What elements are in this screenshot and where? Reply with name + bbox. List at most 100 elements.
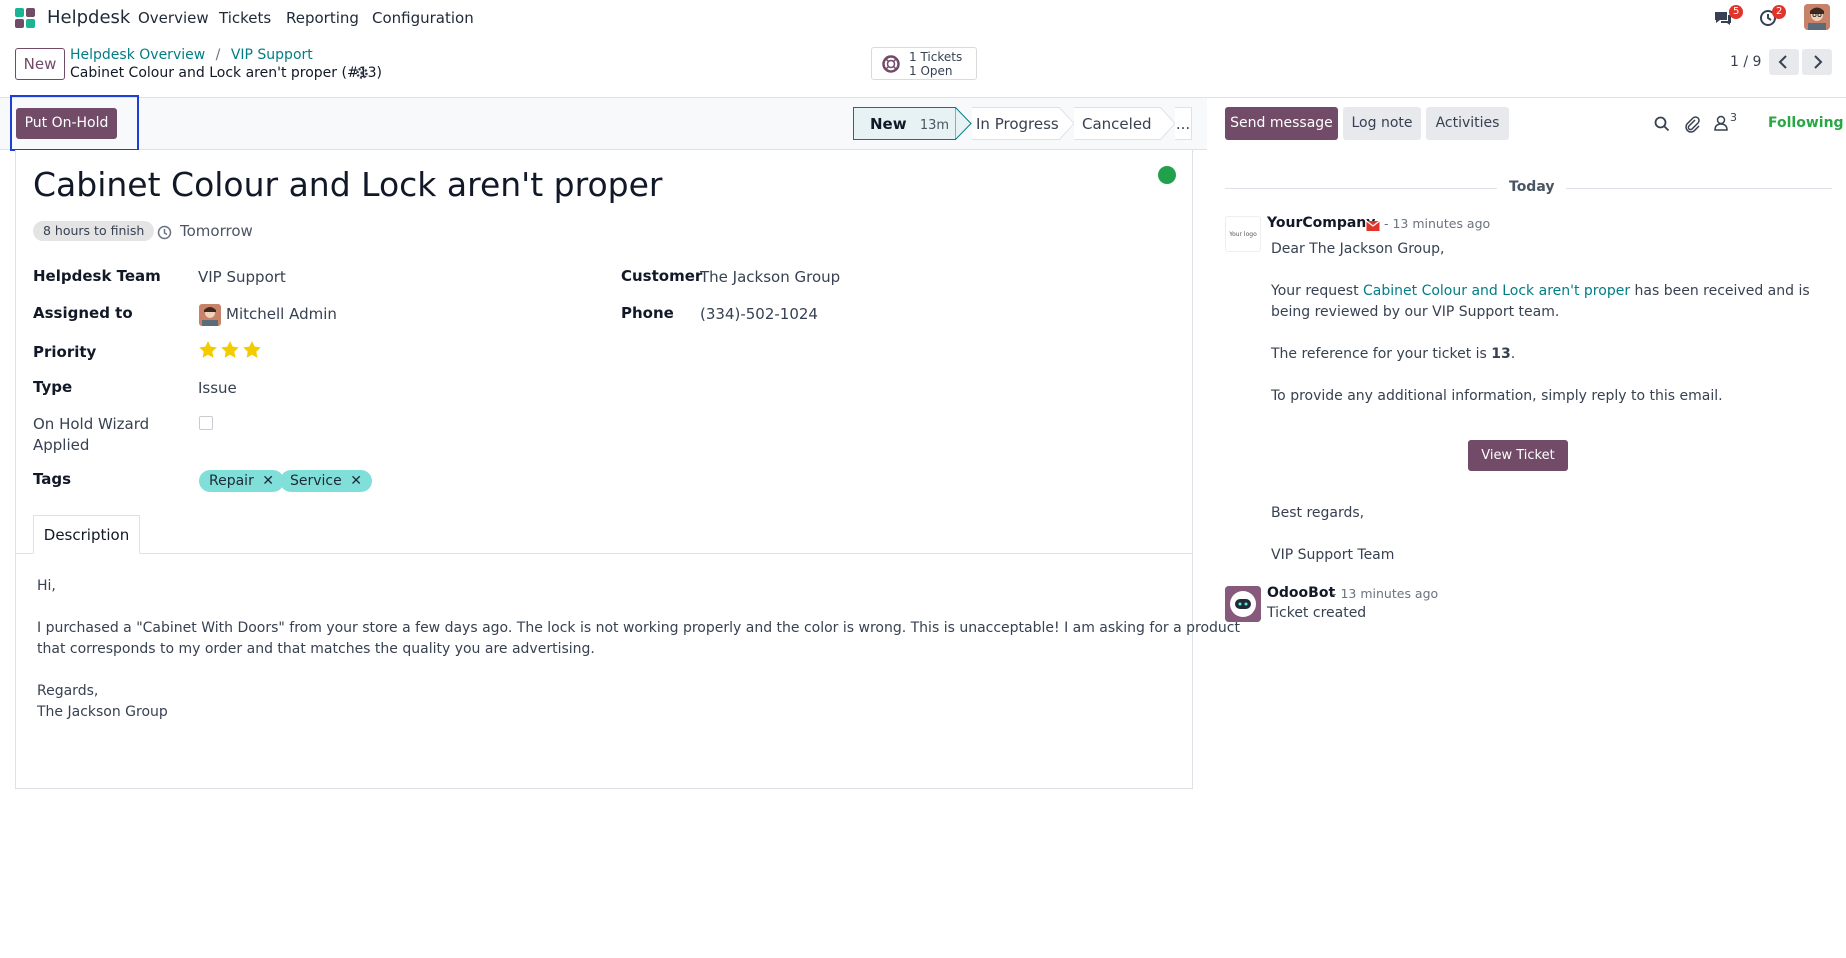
breadcrumb-vip-support[interactable]: VIP Support bbox=[231, 47, 313, 63]
tag-repair[interactable]: Repair ✕ bbox=[199, 470, 285, 492]
close-icon[interactable]: ✕ bbox=[350, 473, 362, 489]
smart-open-count: 1 Open bbox=[909, 64, 953, 78]
chevron-right-icon bbox=[1814, 55, 1823, 69]
helpdesk-app-icon[interactable] bbox=[14, 7, 36, 29]
priority-stars bbox=[198, 340, 268, 360]
pager-previous-button[interactable] bbox=[1769, 49, 1799, 75]
description-line2: that corresponds to my order and that ma… bbox=[37, 641, 595, 657]
star-icon[interactable] bbox=[198, 340, 218, 364]
activities-button[interactable]: Activities bbox=[1426, 107, 1509, 140]
date-separator: Today bbox=[1497, 179, 1567, 195]
star-icon[interactable] bbox=[220, 340, 240, 364]
stage-new-duration: 13m bbox=[919, 118, 950, 133]
highlight-box bbox=[10, 95, 139, 151]
ticket-link[interactable]: Cabinet Colour and Lock aren't proper bbox=[1363, 283, 1630, 299]
stage-more[interactable]: ... bbox=[1175, 107, 1192, 140]
log-note-button[interactable]: Log note bbox=[1343, 107, 1421, 140]
message-paragraph-1: Your request Cabinet Colour and Lock are… bbox=[1271, 283, 1810, 299]
type-field[interactable]: Issue bbox=[198, 379, 237, 397]
tag-service-label: Service bbox=[290, 473, 342, 489]
stage-new[interactable]: New 13m bbox=[853, 107, 956, 140]
stage-new-label: New bbox=[870, 115, 907, 133]
onhold-label: On Hold Wizard Applied bbox=[33, 414, 149, 456]
breadcrumb-helpdesk-overview[interactable]: Helpdesk Overview bbox=[70, 47, 205, 63]
stage-canceled[interactable]: Canceled bbox=[1074, 107, 1161, 140]
message-body: Ticket created bbox=[1267, 605, 1367, 621]
assigned-field[interactable]: Mitchell Admin bbox=[226, 305, 337, 323]
kanban-state-dot[interactable] bbox=[1158, 166, 1176, 184]
new-button[interactable]: New bbox=[15, 48, 65, 80]
clock-icon bbox=[157, 225, 172, 240]
following-button[interactable]: Following bbox=[1768, 115, 1844, 131]
app-name[interactable]: Helpdesk bbox=[47, 7, 130, 28]
onhold-label-line2: Applied bbox=[33, 436, 90, 454]
message-author[interactable]: YourCompany bbox=[1267, 215, 1375, 231]
ticket-reference: 13 bbox=[1491, 346, 1511, 362]
customer-label: Customer bbox=[621, 267, 703, 285]
odoobot-avatar bbox=[1225, 586, 1261, 622]
breadcrumb-separator: / bbox=[215, 47, 221, 63]
customer-field[interactable]: The Jackson Group bbox=[700, 268, 840, 286]
top-navbar: Helpdesk Overview Tickets Reporting Conf… bbox=[0, 0, 1846, 36]
tag-service[interactable]: Service ✕ bbox=[280, 470, 372, 492]
description-signature: The Jackson Group bbox=[37, 704, 168, 720]
onhold-checkbox[interactable] bbox=[199, 416, 213, 430]
message-team: VIP Support Team bbox=[1271, 547, 1395, 563]
paperclip-icon[interactable] bbox=[1684, 115, 1700, 133]
assigned-label: Assigned to bbox=[33, 304, 133, 322]
pager-value[interactable]: 1 / 9 bbox=[1730, 54, 1761, 70]
close-icon[interactable]: ✕ bbox=[262, 473, 274, 489]
form-sheet: Cabinet Colour and Lock aren't proper 8 … bbox=[15, 150, 1240, 789]
tab-description[interactable]: Description bbox=[33, 515, 140, 554]
onhold-label-line1: On Hold Wizard bbox=[33, 415, 150, 433]
message-regards: Best regards, bbox=[1271, 505, 1365, 521]
user-avatar[interactable] bbox=[1804, 4, 1830, 30]
assignee-avatar bbox=[199, 304, 221, 326]
stage-in-progress-label: In Progress bbox=[976, 115, 1059, 133]
sla-badge: 8 hours to finish bbox=[33, 221, 155, 241]
priority-label: Priority bbox=[33, 343, 97, 361]
message-p1-after: has been received and is bbox=[1630, 283, 1810, 299]
form-statusbar: Put On-Hold New 13m In Progress Canceled… bbox=[0, 98, 1207, 150]
description-closing: Regards, bbox=[37, 683, 99, 699]
message-p1-before: Your request bbox=[1271, 283, 1364, 299]
star-icon[interactable] bbox=[242, 340, 262, 364]
gear-icon[interactable] bbox=[355, 66, 369, 80]
control-panel: New Helpdesk Overview / VIP Support Cabi… bbox=[0, 36, 1846, 98]
team-field[interactable]: VIP Support bbox=[198, 268, 286, 286]
deadline-value[interactable]: Tomorrow bbox=[180, 222, 253, 240]
followers-icon[interactable] bbox=[1713, 114, 1729, 132]
menu-reporting[interactable]: Reporting bbox=[286, 9, 359, 27]
team-label: Helpdesk Team bbox=[33, 267, 161, 285]
tab-bar-line bbox=[16, 553, 1193, 554]
company-logo-avatar: Your logo bbox=[1225, 216, 1261, 252]
ticket-title[interactable]: Cabinet Colour and Lock aren't proper bbox=[33, 165, 662, 204]
send-message-button[interactable]: Send message bbox=[1225, 107, 1338, 140]
view-ticket-button[interactable]: View Ticket bbox=[1468, 440, 1568, 471]
message-time: - 13 minutes ago bbox=[1384, 216, 1491, 231]
lifebuoy-icon bbox=[882, 55, 900, 73]
menu-overview[interactable]: Overview bbox=[138, 9, 209, 27]
activities-badge: 2 bbox=[1772, 5, 1787, 19]
search-icon[interactable] bbox=[1654, 116, 1670, 132]
menu-configuration[interactable]: Configuration bbox=[372, 9, 474, 27]
menu-tickets[interactable]: Tickets bbox=[219, 9, 271, 27]
messages-badge: 5 bbox=[1729, 5, 1744, 19]
tickets-smart-button[interactable]: 1 Tickets 1 Open bbox=[871, 47, 977, 80]
message-p2-before: The reference for your ticket is bbox=[1271, 346, 1492, 362]
phone-field[interactable]: (334)-502-1024 bbox=[700, 305, 818, 323]
tags-label: Tags bbox=[33, 470, 72, 488]
record-title: Cabinet Colour and Lock aren't proper (#… bbox=[70, 65, 382, 81]
message-paragraph-1-line2: being reviewed by our VIP Support team. bbox=[1271, 304, 1560, 320]
pager-next-button[interactable] bbox=[1802, 49, 1832, 75]
description-greeting: Hi, bbox=[37, 578, 56, 594]
message-author[interactable]: OdooBot bbox=[1267, 585, 1335, 601]
tag-repair-label: Repair bbox=[209, 473, 254, 489]
followers-count: 3 bbox=[1730, 111, 1737, 124]
message-paragraph-2: The reference for your ticket is 13. bbox=[1271, 346, 1515, 362]
type-label: Type bbox=[33, 378, 73, 396]
message-salutation: Dear The Jackson Group, bbox=[1271, 241, 1445, 257]
description-line1: I purchased a "Cabinet With Doors" from … bbox=[37, 620, 1240, 636]
stage-in-progress[interactable]: In Progress bbox=[972, 107, 1060, 140]
phone-label: Phone bbox=[621, 304, 674, 322]
